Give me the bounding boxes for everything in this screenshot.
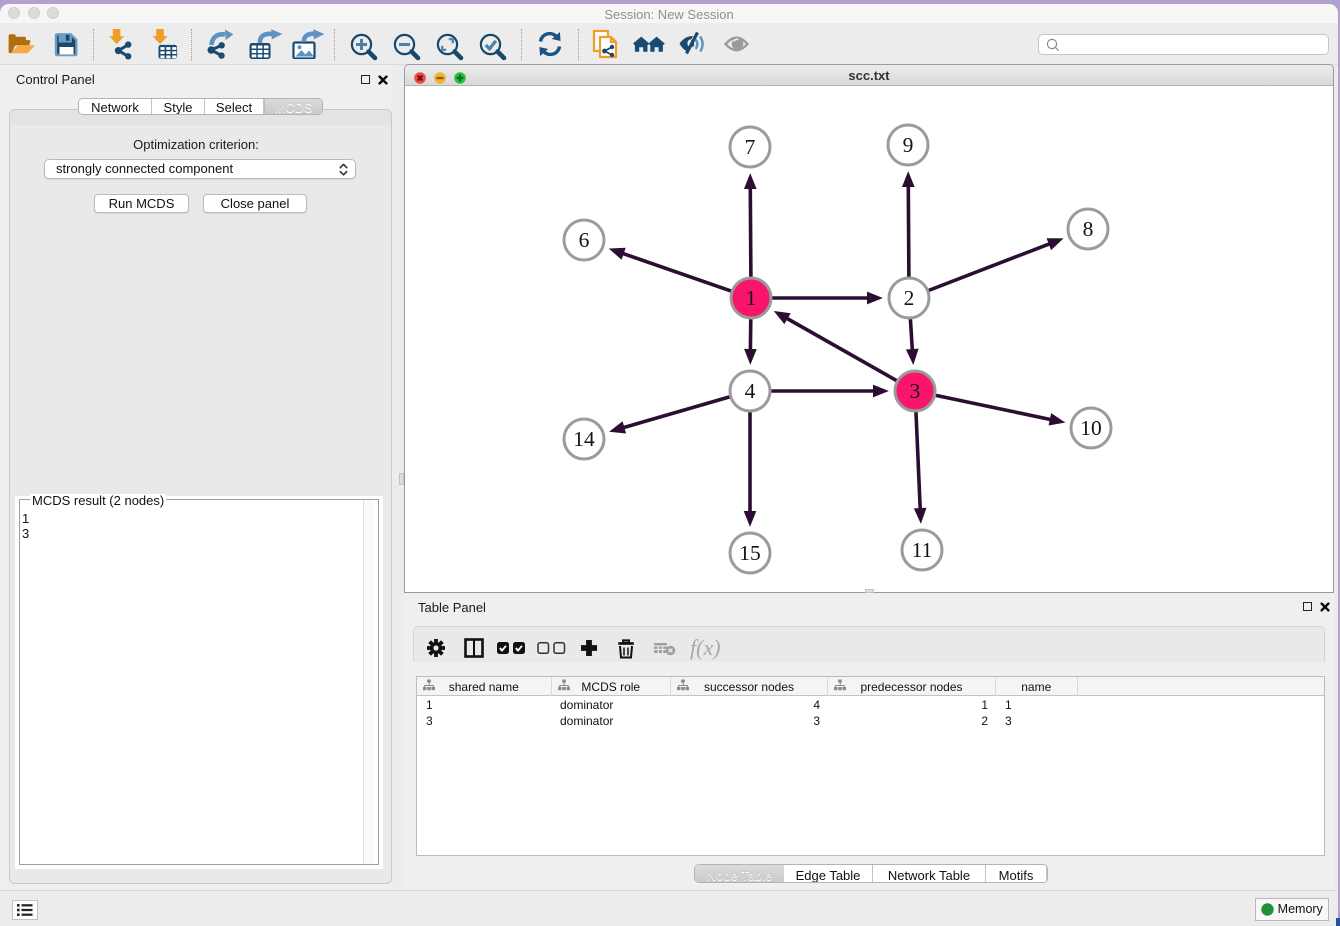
svg-text:8: 8 bbox=[1083, 217, 1094, 241]
svg-text:7: 7 bbox=[745, 135, 756, 159]
svg-text:4: 4 bbox=[745, 379, 756, 403]
svg-text:10: 10 bbox=[1080, 416, 1102, 440]
svg-text:11: 11 bbox=[912, 538, 933, 562]
svg-text:6: 6 bbox=[579, 228, 590, 252]
svg-text:9: 9 bbox=[903, 133, 914, 157]
svg-text:2: 2 bbox=[904, 286, 915, 310]
svg-text:1: 1 bbox=[746, 286, 757, 310]
svg-text:3: 3 bbox=[910, 379, 921, 403]
svg-text:14: 14 bbox=[573, 427, 595, 451]
svg-text:15: 15 bbox=[739, 541, 761, 565]
